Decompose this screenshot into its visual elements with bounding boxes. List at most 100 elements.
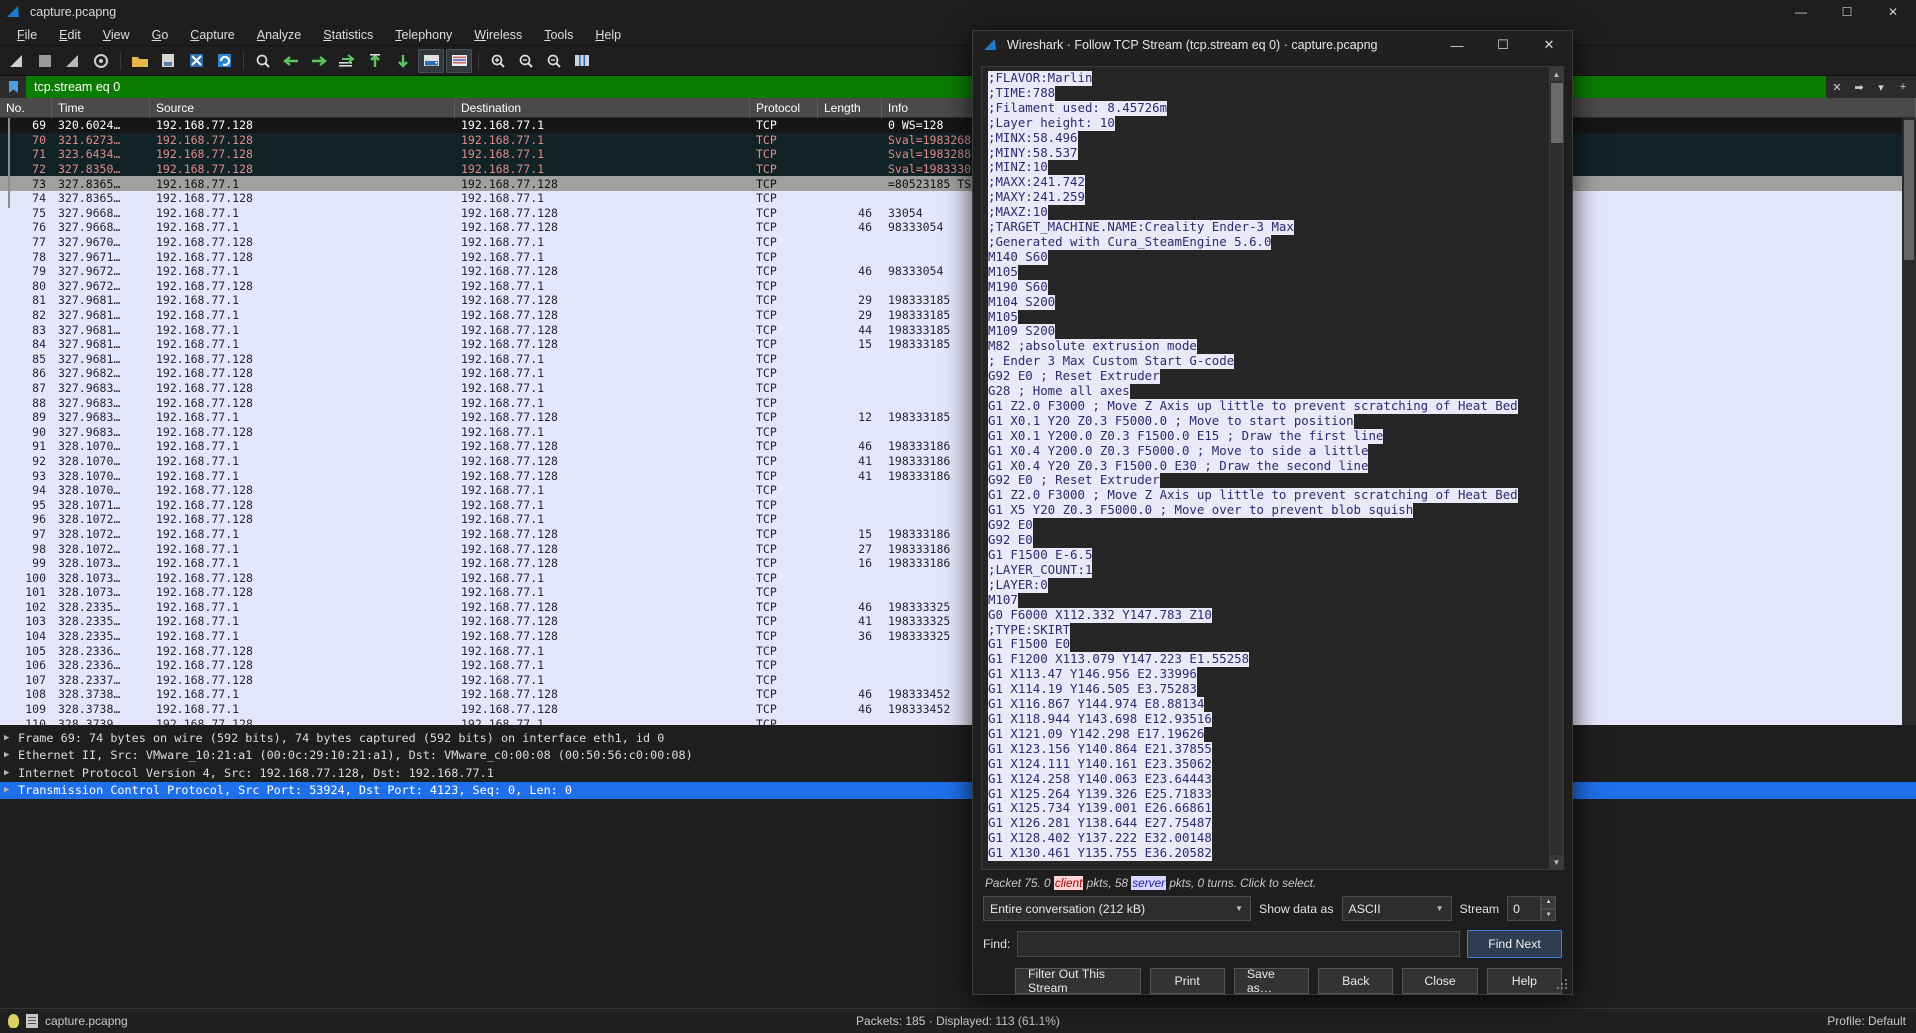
table-row[interactable]: 95328.1071…192.168.77.128192.168.77.1TCP <box>0 497 1916 512</box>
find-next-button[interactable]: Find Next <box>1467 930 1562 958</box>
colorize-packets-icon[interactable] <box>446 49 472 73</box>
expand-triangle-icon[interactable]: ▶ <box>4 768 18 778</box>
table-row[interactable]: 98328.1072…192.168.77.1192.168.77.128TCP… <box>0 541 1916 556</box>
table-row[interactable]: 101328.1073…192.168.77.128192.168.77.1TC… <box>0 585 1916 600</box>
filter-dropdown-icon[interactable]: ▾ <box>1870 76 1892 98</box>
go-first-packet-icon[interactable] <box>362 49 388 73</box>
print-button[interactable]: Print <box>1150 968 1225 994</box>
table-row[interactable]: 80327.9672…192.168.77.128192.168.77.1TCP <box>0 279 1916 294</box>
column-header-length[interactable]: Length <box>818 98 882 118</box>
table-row[interactable]: 69320.6024…192.168.77.128192.168.77.1TCP… <box>0 118 1916 133</box>
menu-item-tools[interactable]: Tools <box>533 26 584 44</box>
filter-add-button[interactable]: + <box>1892 76 1914 98</box>
menu-item-go[interactable]: Go <box>141 26 180 44</box>
zoom-in-icon[interactable] <box>485 49 511 73</box>
menu-item-edit[interactable]: Edit <box>48 26 92 44</box>
table-row[interactable]: 72327.8350…192.168.77.128192.168.77.1TCP… <box>0 162 1916 177</box>
menu-item-wireless[interactable]: Wireless <box>463 26 533 44</box>
show-data-as-select[interactable]: ASCII ▼ <box>1342 896 1452 921</box>
column-header-time[interactable]: Time <box>52 98 150 118</box>
go-to-packet-icon[interactable] <box>334 49 360 73</box>
table-row[interactable]: 99328.1073…192.168.77.1192.168.77.128TCP… <box>0 556 1916 571</box>
save-file-icon[interactable] <box>155 49 181 73</box>
table-row[interactable]: 103328.2335…192.168.77.1192.168.77.128TC… <box>0 614 1916 629</box>
table-row[interactable]: 90327.9683…192.168.77.128192.168.77.1TCP <box>0 424 1916 439</box>
table-row[interactable]: 83327.9681…192.168.77.1192.168.77.128TCP… <box>0 322 1916 337</box>
table-row[interactable]: 75327.9668…192.168.77.1192.168.77.128TCP… <box>0 206 1916 221</box>
dialog-close-button[interactable]: ✕ <box>1526 31 1572 59</box>
packet-detail-line[interactable]: ▶Frame 69: 74 bytes on wire (592 bits), … <box>0 729 1916 747</box>
packet-info-line[interactable]: Packet 75. 0 client pkts, 58 server pkts… <box>981 870 1564 894</box>
zoom-reset-icon[interactable] <box>541 49 567 73</box>
capture-options-icon[interactable] <box>88 49 114 73</box>
column-header-no[interactable]: No. <box>0 98 52 118</box>
packet-list-body[interactable]: 69320.6024…192.168.77.128192.168.77.1TCP… <box>0 118 1916 725</box>
table-row[interactable]: 97328.1072…192.168.77.1192.168.77.128TCP… <box>0 527 1916 542</box>
table-row[interactable]: 74327.8365…192.168.77.128192.168.77.1TCP <box>0 191 1916 206</box>
go-forward-icon[interactable] <box>306 49 332 73</box>
table-row[interactable]: 110328.3739…192.168.77.128192.168.77.1TC… <box>0 716 1916 725</box>
save-as-button[interactable]: Save as… <box>1234 968 1309 994</box>
stream-scroll-thumb[interactable] <box>1551 83 1563 143</box>
table-row[interactable]: 93328.1070…192.168.77.1192.168.77.128TCP… <box>0 468 1916 483</box>
packet-detail-line[interactable]: ▶Internet Protocol Version 4, Src: 192.1… <box>0 764 1916 782</box>
table-row[interactable]: 87327.9683…192.168.77.128192.168.77.1TCP <box>0 381 1916 396</box>
find-input[interactable] <box>1017 931 1460 957</box>
expand-triangle-icon[interactable]: ▶ <box>4 785 18 795</box>
find-packet-icon[interactable] <box>250 49 276 73</box>
filter-out-this-stream-button[interactable]: Filter Out This Stream <box>1015 968 1141 994</box>
filter-bookmark-icon[interactable] <box>0 76 26 98</box>
menu-item-analyze[interactable]: Analyze <box>246 26 312 44</box>
table-row[interactable]: 107328.2337…192.168.77.128192.168.77.1TC… <box>0 673 1916 688</box>
go-back-icon[interactable] <box>278 49 304 73</box>
dialog-minimize-button[interactable]: — <box>1434 31 1480 59</box>
stop-capture-icon[interactable] <box>32 49 58 73</box>
filter-apply-icon[interactable]: ➡ <box>1848 76 1870 98</box>
stream-number-stepper[interactable]: 0 ▲ ▼ <box>1507 896 1556 921</box>
dialog-maximize-button[interactable]: ☐ <box>1480 31 1526 59</box>
stream-scrollbar[interactable]: ▲ ▼ <box>1549 67 1563 869</box>
zoom-out-icon[interactable] <box>513 49 539 73</box>
status-profile[interactable]: Profile: Default <box>1284 1014 1916 1028</box>
table-row[interactable]: 85327.9681…192.168.77.128192.168.77.1TCP <box>0 352 1916 367</box>
column-header-destination[interactable]: Destination <box>455 98 750 118</box>
close-button[interactable]: Close <box>1402 968 1477 994</box>
packet-detail-line[interactable]: ▶Transmission Control Protocol, Src Port… <box>0 782 1916 800</box>
column-header-source[interactable]: Source <box>150 98 455 118</box>
menu-item-help[interactable]: Help <box>584 26 632 44</box>
table-row[interactable]: 96328.1072…192.168.77.128192.168.77.1TCP <box>0 512 1916 527</box>
stream-stepper-down-icon[interactable]: ▼ <box>1541 909 1556 922</box>
table-row[interactable]: 79327.9672…192.168.77.1192.168.77.128TCP… <box>0 264 1916 279</box>
table-row[interactable]: 86327.9682…192.168.77.128192.168.77.1TCP <box>0 366 1916 381</box>
conversation-select[interactable]: Entire conversation (212 kB) ▼ <box>983 896 1251 921</box>
packet-details-pane[interactable]: ▶Frame 69: 74 bytes on wire (592 bits), … <box>0 725 1916 825</box>
table-row[interactable]: 89327.9683…192.168.77.1192.168.77.128TCP… <box>0 410 1916 425</box>
table-row[interactable]: 71323.6434…192.168.77.128192.168.77.1TCP… <box>0 147 1916 162</box>
stream-stepper-up-icon[interactable]: ▲ <box>1541 896 1556 909</box>
table-row[interactable]: 76327.9668…192.168.77.1192.168.77.128TCP… <box>0 220 1916 235</box>
packet-list-scrollbar[interactable] <box>1902 118 1916 725</box>
maximize-button[interactable]: ☐ <box>1824 0 1870 24</box>
table-row[interactable]: 109328.3738…192.168.77.1192.168.77.128TC… <box>0 702 1916 717</box>
open-file-icon[interactable] <box>127 49 153 73</box>
packet-list-pane[interactable]: No.TimeSourceDestinationProtocolLengthIn… <box>0 98 1916 725</box>
resize-grip[interactable] <box>1557 979 1569 991</box>
table-row[interactable]: 102328.2335…192.168.77.1192.168.77.128TC… <box>0 600 1916 615</box>
packet-list-scroll-thumb[interactable] <box>1904 120 1914 260</box>
table-row[interactable]: 73327.8365…192.168.77.1192.168.77.128TCP… <box>0 176 1916 191</box>
table-row[interactable]: 104328.2335…192.168.77.1192.168.77.128TC… <box>0 629 1916 644</box>
packet-detail-line[interactable]: ▶Ethernet II, Src: VMware_10:21:a1 (00:0… <box>0 747 1916 765</box>
table-row[interactable]: 92328.1070…192.168.77.1192.168.77.128TCP… <box>0 454 1916 469</box>
table-row[interactable]: 84327.9681…192.168.77.1192.168.77.128TCP… <box>0 337 1916 352</box>
expand-triangle-icon[interactable]: ▶ <box>4 733 18 743</box>
reload-file-icon[interactable] <box>211 49 237 73</box>
table-row[interactable]: 88327.9683…192.168.77.128192.168.77.1TCP <box>0 395 1916 410</box>
resize-columns-icon[interactable] <box>569 49 595 73</box>
table-row[interactable]: 106328.2336…192.168.77.128192.168.77.1TC… <box>0 658 1916 673</box>
menu-item-file[interactable]: File <box>6 26 48 44</box>
menu-item-telephony[interactable]: Telephony <box>384 26 463 44</box>
table-row[interactable]: 82327.9681…192.168.77.1192.168.77.128TCP… <box>0 308 1916 323</box>
menu-item-capture[interactable]: Capture <box>179 26 245 44</box>
filter-clear-icon[interactable]: ✕ <box>1826 76 1848 98</box>
close-file-icon[interactable] <box>183 49 209 73</box>
